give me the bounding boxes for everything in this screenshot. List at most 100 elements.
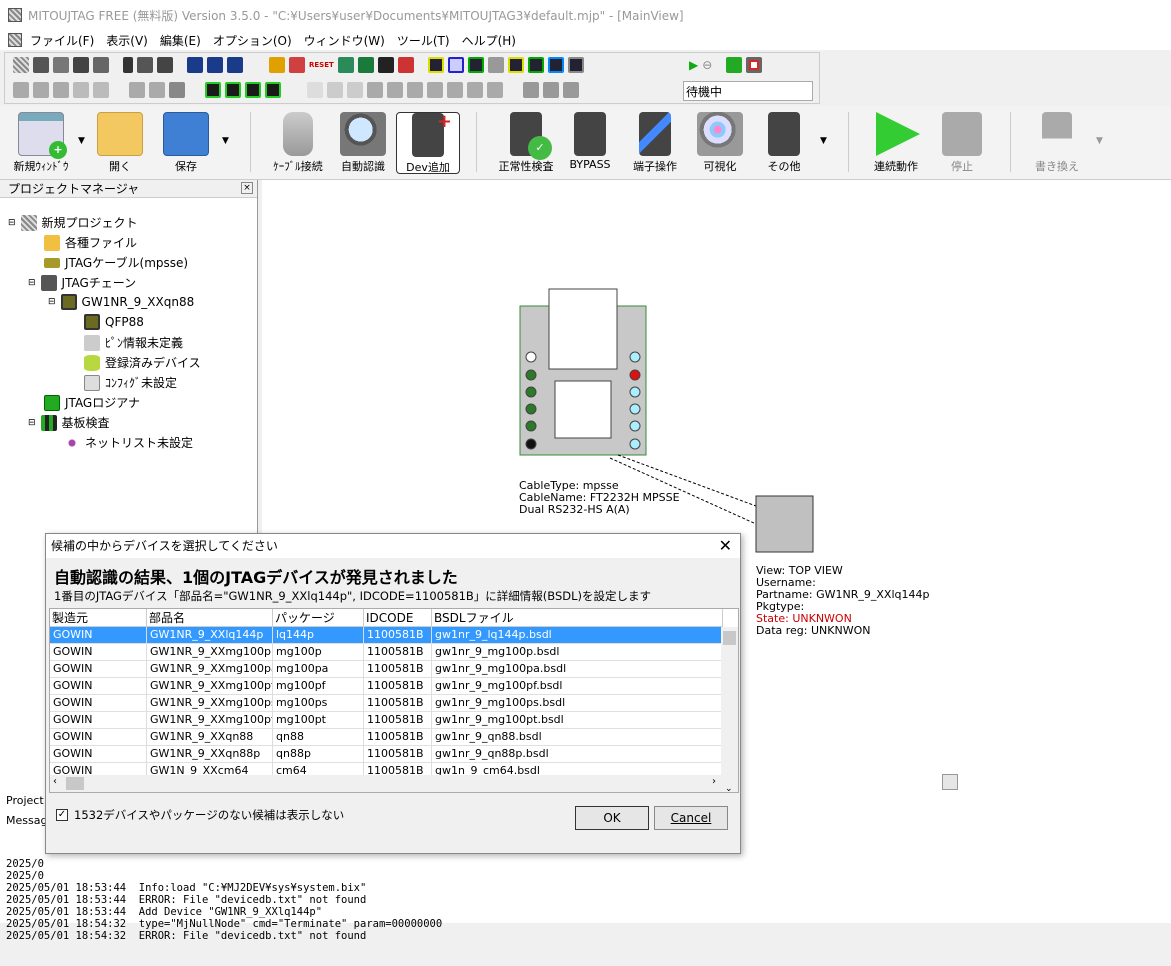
green-chip-icon[interactable] (726, 57, 743, 73)
save-small-icon[interactable] (53, 57, 69, 73)
tree-item-board[interactable]: ⊟ 基板検査 (28, 414, 110, 431)
tree-item-config[interactable]: ｺﾝﾌｨｸﾞ未設定 (84, 374, 177, 391)
open-icon[interactable] (33, 57, 49, 73)
save-dropdown-icon[interactable]: ▼ (222, 136, 229, 146)
chip-icon[interactable] (337, 57, 354, 73)
ok-button[interactable]: OK (575, 806, 649, 830)
view-p-icon[interactable] (427, 57, 444, 73)
tree-item-chain[interactable]: ⊟ JTAGチェーン (28, 274, 136, 291)
add-pin2-icon[interactable] (397, 57, 414, 73)
user3-icon[interactable] (563, 82, 579, 98)
cut-icon[interactable] (123, 57, 133, 73)
menu-file[interactable]: ファイル(F) (30, 32, 94, 49)
col-header-part[interactable]: 部品名 (147, 609, 273, 627)
download-icon[interactable] (13, 82, 29, 98)
menu-tools[interactable]: ツール(T) (397, 32, 450, 49)
wave4-icon[interactable] (265, 82, 281, 98)
red-stop-icon[interactable] (746, 57, 763, 73)
scroll-right-icon[interactable]: › (712, 776, 716, 787)
user2-icon[interactable] (543, 82, 559, 98)
table-row[interactable]: GOWIN GW1NR_9_XXmg100pt mg100pt 1100581B gw1… (50, 712, 723, 729)
table-row[interactable]: GOWIN GW1NR_9_XXlq144p lq144p 1100581B gw1nr… (50, 627, 723, 644)
wave2-icon[interactable] (225, 82, 241, 98)
col-header-maker[interactable]: 製造元 (50, 609, 147, 627)
status-field[interactable] (683, 81, 813, 101)
help-icon[interactable] (53, 82, 69, 98)
copy-icon[interactable] (137, 57, 153, 73)
dialog-close-icon[interactable]: ✕ (719, 534, 732, 558)
view-d-icon[interactable] (547, 57, 564, 73)
table-vscroll[interactable]: ⌄ (721, 627, 738, 792)
down-arrow-icon[interactable] (407, 82, 423, 98)
scroll-left-icon[interactable]: ‹ (53, 776, 57, 787)
new-icon[interactable] (13, 57, 29, 73)
table-row[interactable]: GOWIN GW1NR_9_XXmg100ps mg100ps 1100581B gw1… (50, 695, 723, 712)
visualize-button[interactable]: 可視化 (688, 112, 752, 174)
view-c-icon[interactable] (527, 57, 544, 73)
tree-item-project[interactable]: ⊟ 新規プロジェクト (8, 214, 138, 231)
doc2-icon[interactable] (93, 82, 109, 98)
view-s-icon[interactable] (467, 57, 484, 73)
col-header-idcode[interactable]: IDCODE (364, 609, 432, 627)
paste-icon[interactable] (157, 57, 173, 73)
project-tab[interactable]: Project (6, 794, 44, 807)
other-dropdown-icon[interactable]: ▼ (820, 136, 827, 146)
new-window-dropdown-icon[interactable]: ▼ (78, 136, 85, 146)
wave1-icon[interactable] (205, 82, 221, 98)
col-header-bsdl[interactable]: BSDLファイル (432, 609, 723, 627)
gray3-icon[interactable] (367, 82, 383, 98)
menu-app-icon[interactable] (8, 33, 22, 47)
gray2-icon[interactable] (169, 82, 185, 98)
view-a-icon[interactable] (507, 57, 524, 73)
add-pin-icon[interactable] (377, 57, 394, 73)
gray-icon[interactable] (149, 82, 165, 98)
tree-item-netlist[interactable]: ネットリスト未設定 (64, 434, 193, 451)
check-button[interactable]: ✓ 正常性検査 (494, 112, 558, 174)
hscroll-thumb[interactable] (66, 777, 84, 790)
page-icon[interactable] (307, 82, 323, 98)
save-button[interactable]: 保存 (154, 112, 218, 174)
messages-tab[interactable]: Messag (6, 814, 47, 827)
new-window-button[interactable]: + 新規ｳｨﾝﾄﾞｳ (6, 112, 76, 174)
cancel-button[interactable]: Cancel (654, 806, 728, 830)
cascade-icon[interactable] (187, 57, 203, 73)
user-icon[interactable] (523, 82, 539, 98)
chip2-icon[interactable] (357, 57, 374, 73)
table-row[interactable]: GOWIN GW1NR_9_XXmg100pf mg100pf 1100581B gw1… (50, 678, 723, 695)
menu-view[interactable]: 表示(V) (106, 32, 148, 49)
hide-checkbox-row[interactable]: ✓ 1532デバイスやパッケージのない候補は表示しない (56, 807, 344, 823)
sun-icon[interactable] (347, 82, 363, 98)
view-g-icon[interactable] (487, 57, 504, 73)
menu-help[interactable]: ヘルプ(H) (462, 32, 516, 49)
table-row[interactable]: GOWIN GW1NR_9_XXmg100pa mg100pa 1100581B gw1… (50, 661, 723, 678)
table-row[interactable]: GOWIN GW1NR_9_XXmg100p mg100p 1100581B gw1nr… (50, 644, 723, 661)
gray5-icon[interactable] (487, 82, 503, 98)
auto-detect-button[interactable]: 自動認識 (331, 112, 395, 174)
save-all-icon[interactable] (73, 57, 89, 73)
tree-item-registered[interactable]: 登録済みデバイス (84, 354, 201, 371)
scan-icon[interactable] (327, 82, 343, 98)
scroll-down-icon[interactable]: ⌄ (725, 784, 733, 792)
device-table[interactable]: 製造元 部品名 パッケージ IDCODE BSDLファイル GOWIN GW1NR… (49, 608, 739, 793)
tree-item-logic-analyzer[interactable]: JTAGロジアナ (44, 394, 140, 411)
menu-edit[interactable]: 編集(E) (160, 32, 201, 49)
other-button[interactable]: その他 (752, 112, 816, 174)
print-icon[interactable] (93, 57, 109, 73)
tile-v-icon[interactable] (227, 57, 243, 73)
add-device-button[interactable]: + Dev追加 (396, 111, 460, 174)
gray4-icon[interactable] (467, 82, 483, 98)
wave3-icon[interactable] (245, 82, 261, 98)
run-icon[interactable]: ▶ (689, 58, 698, 72)
pin-operation-button[interactable]: 端子操作 (623, 112, 687, 174)
tree-item-cable[interactable]: JTAGケーブル(mpsse) (44, 254, 188, 271)
tree-item-files[interactable]: 各種ファイル (44, 234, 137, 251)
canvas-hscroll-thumb[interactable] (942, 774, 958, 790)
upload-icon[interactable] (33, 82, 49, 98)
halt-icon[interactable]: ⊖ (702, 58, 712, 72)
tree-item-device[interactable]: ⊟ GW1NR_9_XXqn88 (48, 294, 194, 310)
up-arrow-icon[interactable] (387, 82, 403, 98)
write-button[interactable]: 書き換え (1025, 112, 1089, 174)
play-button[interactable]: 連続動作 (864, 112, 928, 174)
table-row[interactable]: GOWIN GW1NR_9_XXqn88p qn88p 1100581B gw1nr_9… (50, 746, 723, 763)
probe-icon[interactable] (269, 57, 285, 73)
